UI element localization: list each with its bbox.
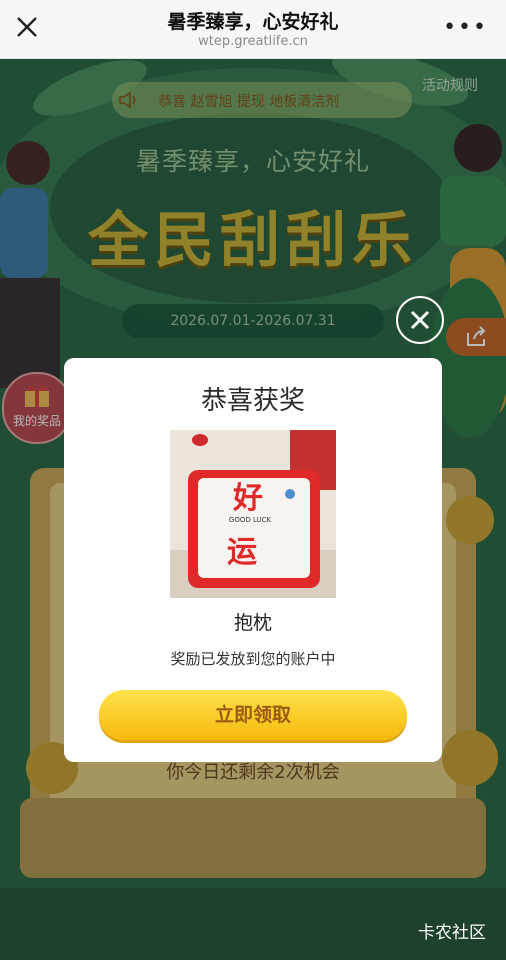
pillow-text-yun: 运 [227,535,257,570]
modal-close-icon[interactable] [396,296,444,344]
modal-title: 恭喜获奖 [200,386,305,416]
prize-description: 奖励已发放到您的账户中 [170,650,336,668]
pillow-prize-image: 好 GOOD LUCK 运 [170,430,336,598]
browser-top-bar: 暑季臻享，心安好礼 wtep.greatlife.cn ••• [0,0,506,59]
more-menu-icon[interactable]: ••• [443,17,488,39]
pillow-text-good-luck: GOOD LUCK [229,516,272,524]
page-title: 暑季臻享，心安好礼 [167,11,339,33]
pillow-text-hao: 好 [232,481,263,516]
watermark-text: 卡农社区 [418,923,486,943]
claim-now-button[interactable]: 立即领取 [99,690,407,740]
page-url: wtep.greatlife.cn [198,34,308,49]
prize-modal: 恭喜获奖 好 GOOD LUCK 运 抱枕 奖励已发放到您的账户中 立即领取 [64,358,442,762]
prize-name: 抱枕 [233,612,272,634]
